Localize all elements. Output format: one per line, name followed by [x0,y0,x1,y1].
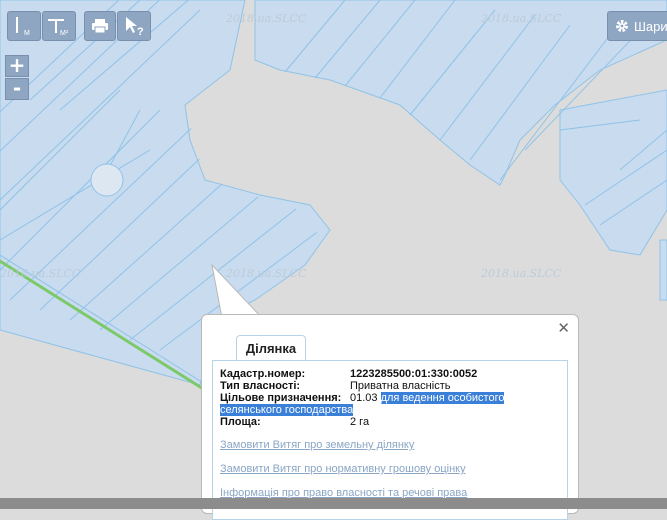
zoom-in-button[interactable]: + [5,55,29,77]
purpose-row-continued: селянського господарства [220,404,354,416]
area-ruler-icon: М² [48,19,69,37]
layers-label: Шари [634,18,667,34]
cadastral-value: 1223285500:01:330:0052 [350,368,478,380]
printer-icon [92,19,108,34]
area-label: Площа: [220,416,261,428]
purpose-label: Цільове призначення: [220,392,342,404]
area-value: 2 га [350,416,370,428]
svg-text:?: ? [137,26,144,37]
identify-button[interactable]: ? [117,11,151,41]
purpose-text-selected-2: селянського господарства [220,404,354,416]
svg-text:М: М [24,30,30,37]
purpose-text-selected: для ведення особистого [380,392,505,404]
layers-button[interactable]: Шари [607,11,667,41]
parcel-popup: ✕ Ділянка Кадастр.номер: 1223285500:01:33… [201,314,579,520]
measure-distance-button[interactable]: М [7,11,41,41]
cursor-question-icon: ? [126,17,144,37]
gear-icon [616,20,628,32]
order-valuation-extract-link[interactable]: Замовити Витяг про нормативну грошову оц… [220,463,466,475]
ownership-row: Тип власності: Приватна власність [220,380,450,392]
cadastral-label: Кадастр.номер: [220,368,306,380]
ownership-label: Тип власності: [220,380,301,392]
order-parcel-extract-link[interactable]: Замовити Витяг про земельну ділянку [220,439,414,451]
popup-body: Кадастр.номер: 1223285500:01:330:0052 Тип… [212,360,568,520]
watermark: 2018.ua.SLCC [226,267,307,280]
ownership-value: Приватна власність [350,380,451,392]
watermark: 2018.ua.SLCC [481,267,562,280]
watermark: 2018.ua.SLCC [481,12,562,25]
watermark: 2018.ua.SLCC [226,12,307,25]
purpose-code: 01.03 [350,392,378,404]
svg-text:М²: М² [60,30,69,37]
area-row: Площа: 2 га [220,416,369,428]
cadastral-row: Кадастр.номер: 1223285500:01:330:0052 [220,368,477,380]
bottom-bar [0,498,667,509]
close-icon[interactable]: ✕ [557,319,570,337]
purpose-row: Цільове призначення: 01.03 для ведення ос… [220,392,505,404]
measure-area-button[interactable]: М² [42,11,76,41]
ruler-icon: М [16,17,30,37]
zoom-out-button[interactable]: - [5,78,29,100]
watermark: 2018.ua.SLCC [0,267,81,280]
round-parcel [90,163,124,197]
tab-parcel[interactable]: Ділянка [236,335,306,360]
print-button[interactable] [84,11,116,41]
